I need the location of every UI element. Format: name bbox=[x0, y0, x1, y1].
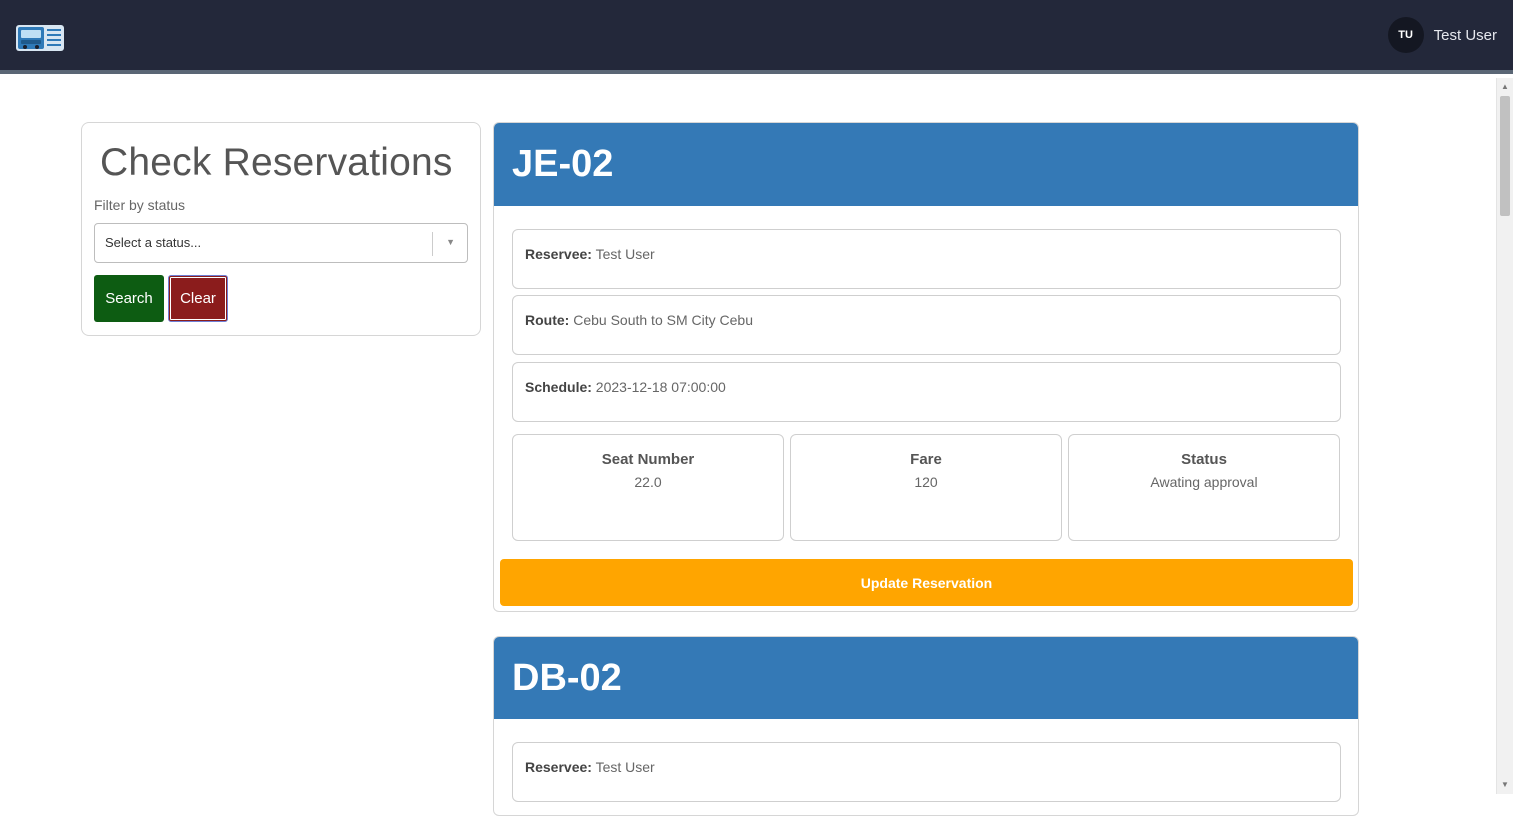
reservee-label: Reservee: bbox=[525, 759, 592, 775]
scroll-down-icon[interactable]: ▼ bbox=[1497, 778, 1513, 792]
bus-ticket-icon[interactable] bbox=[16, 24, 64, 52]
schedule-field: Schedule: 2023-12-18 07:00:00 bbox=[512, 362, 1341, 422]
avatar[interactable]: TU bbox=[1387, 17, 1424, 53]
search-button[interactable]: Search bbox=[94, 275, 164, 322]
route-label: Route: bbox=[525, 312, 570, 328]
fare-value: 120 bbox=[914, 474, 938, 490]
fare-label: Fare bbox=[910, 451, 942, 468]
reservee-label: Reservee: bbox=[525, 246, 592, 262]
filter-label: Filter by status bbox=[94, 197, 186, 213]
chevron-down-icon[interactable]: ▼ bbox=[446, 237, 455, 247]
reservee-field: Reservee: Test User bbox=[512, 229, 1341, 289]
reservation-code: JE-02 bbox=[512, 143, 614, 185]
top-navbar: TU Test User bbox=[0, 0, 1513, 74]
status-value: Awating approval bbox=[1150, 474, 1258, 490]
update-reservation-button[interactable]: Update Reservation bbox=[500, 559, 1353, 606]
user-menu[interactable]: TU Test User bbox=[1387, 17, 1497, 53]
reservation-code: DB-02 bbox=[512, 657, 622, 699]
reservation-header: DB-02 bbox=[494, 637, 1358, 719]
scroll-up-icon[interactable]: ▲ bbox=[1497, 80, 1513, 94]
status-label: Status bbox=[1181, 451, 1227, 468]
reservation-card: DB-02 Reservee: Test User bbox=[493, 636, 1359, 816]
seat-number-value: 22.0 bbox=[634, 474, 662, 490]
user-name[interactable]: Test User bbox=[1434, 27, 1497, 44]
fare-box: Fare 120 bbox=[790, 434, 1062, 541]
page-title: Check Reservations bbox=[100, 141, 453, 184]
seat-number-box: Seat Number 22.0 bbox=[512, 434, 784, 541]
page-scrollbar[interactable]: ▲ ▼ bbox=[1496, 78, 1513, 794]
reservee-field: Reservee: Test User bbox=[512, 742, 1341, 802]
reservation-card: JE-02 Reservee: Test User Route: Cebu So… bbox=[493, 122, 1359, 612]
reservee-value: Test User bbox=[595, 759, 655, 775]
schedule-label: Schedule: bbox=[525, 379, 592, 395]
reservation-header: JE-02 bbox=[494, 123, 1358, 206]
scroll-thumb[interactable] bbox=[1500, 96, 1510, 216]
select-divider bbox=[432, 232, 433, 256]
route-value: Cebu South to SM City Cebu bbox=[573, 312, 753, 328]
clear-button[interactable]: Clear bbox=[168, 275, 228, 322]
route-field: Route: Cebu South to SM City Cebu bbox=[512, 295, 1341, 355]
schedule-value: 2023-12-18 07:00:00 bbox=[595, 379, 726, 395]
status-select-value: Select a status... bbox=[105, 235, 202, 250]
filter-panel: Check Reservations Filter by status Sele… bbox=[81, 122, 481, 336]
reservee-value: Test User bbox=[595, 246, 655, 262]
status-box: Status Awating approval bbox=[1068, 434, 1340, 541]
seat-number-label: Seat Number bbox=[601, 451, 695, 468]
status-select[interactable]: Select a status... ▼ bbox=[94, 223, 468, 263]
